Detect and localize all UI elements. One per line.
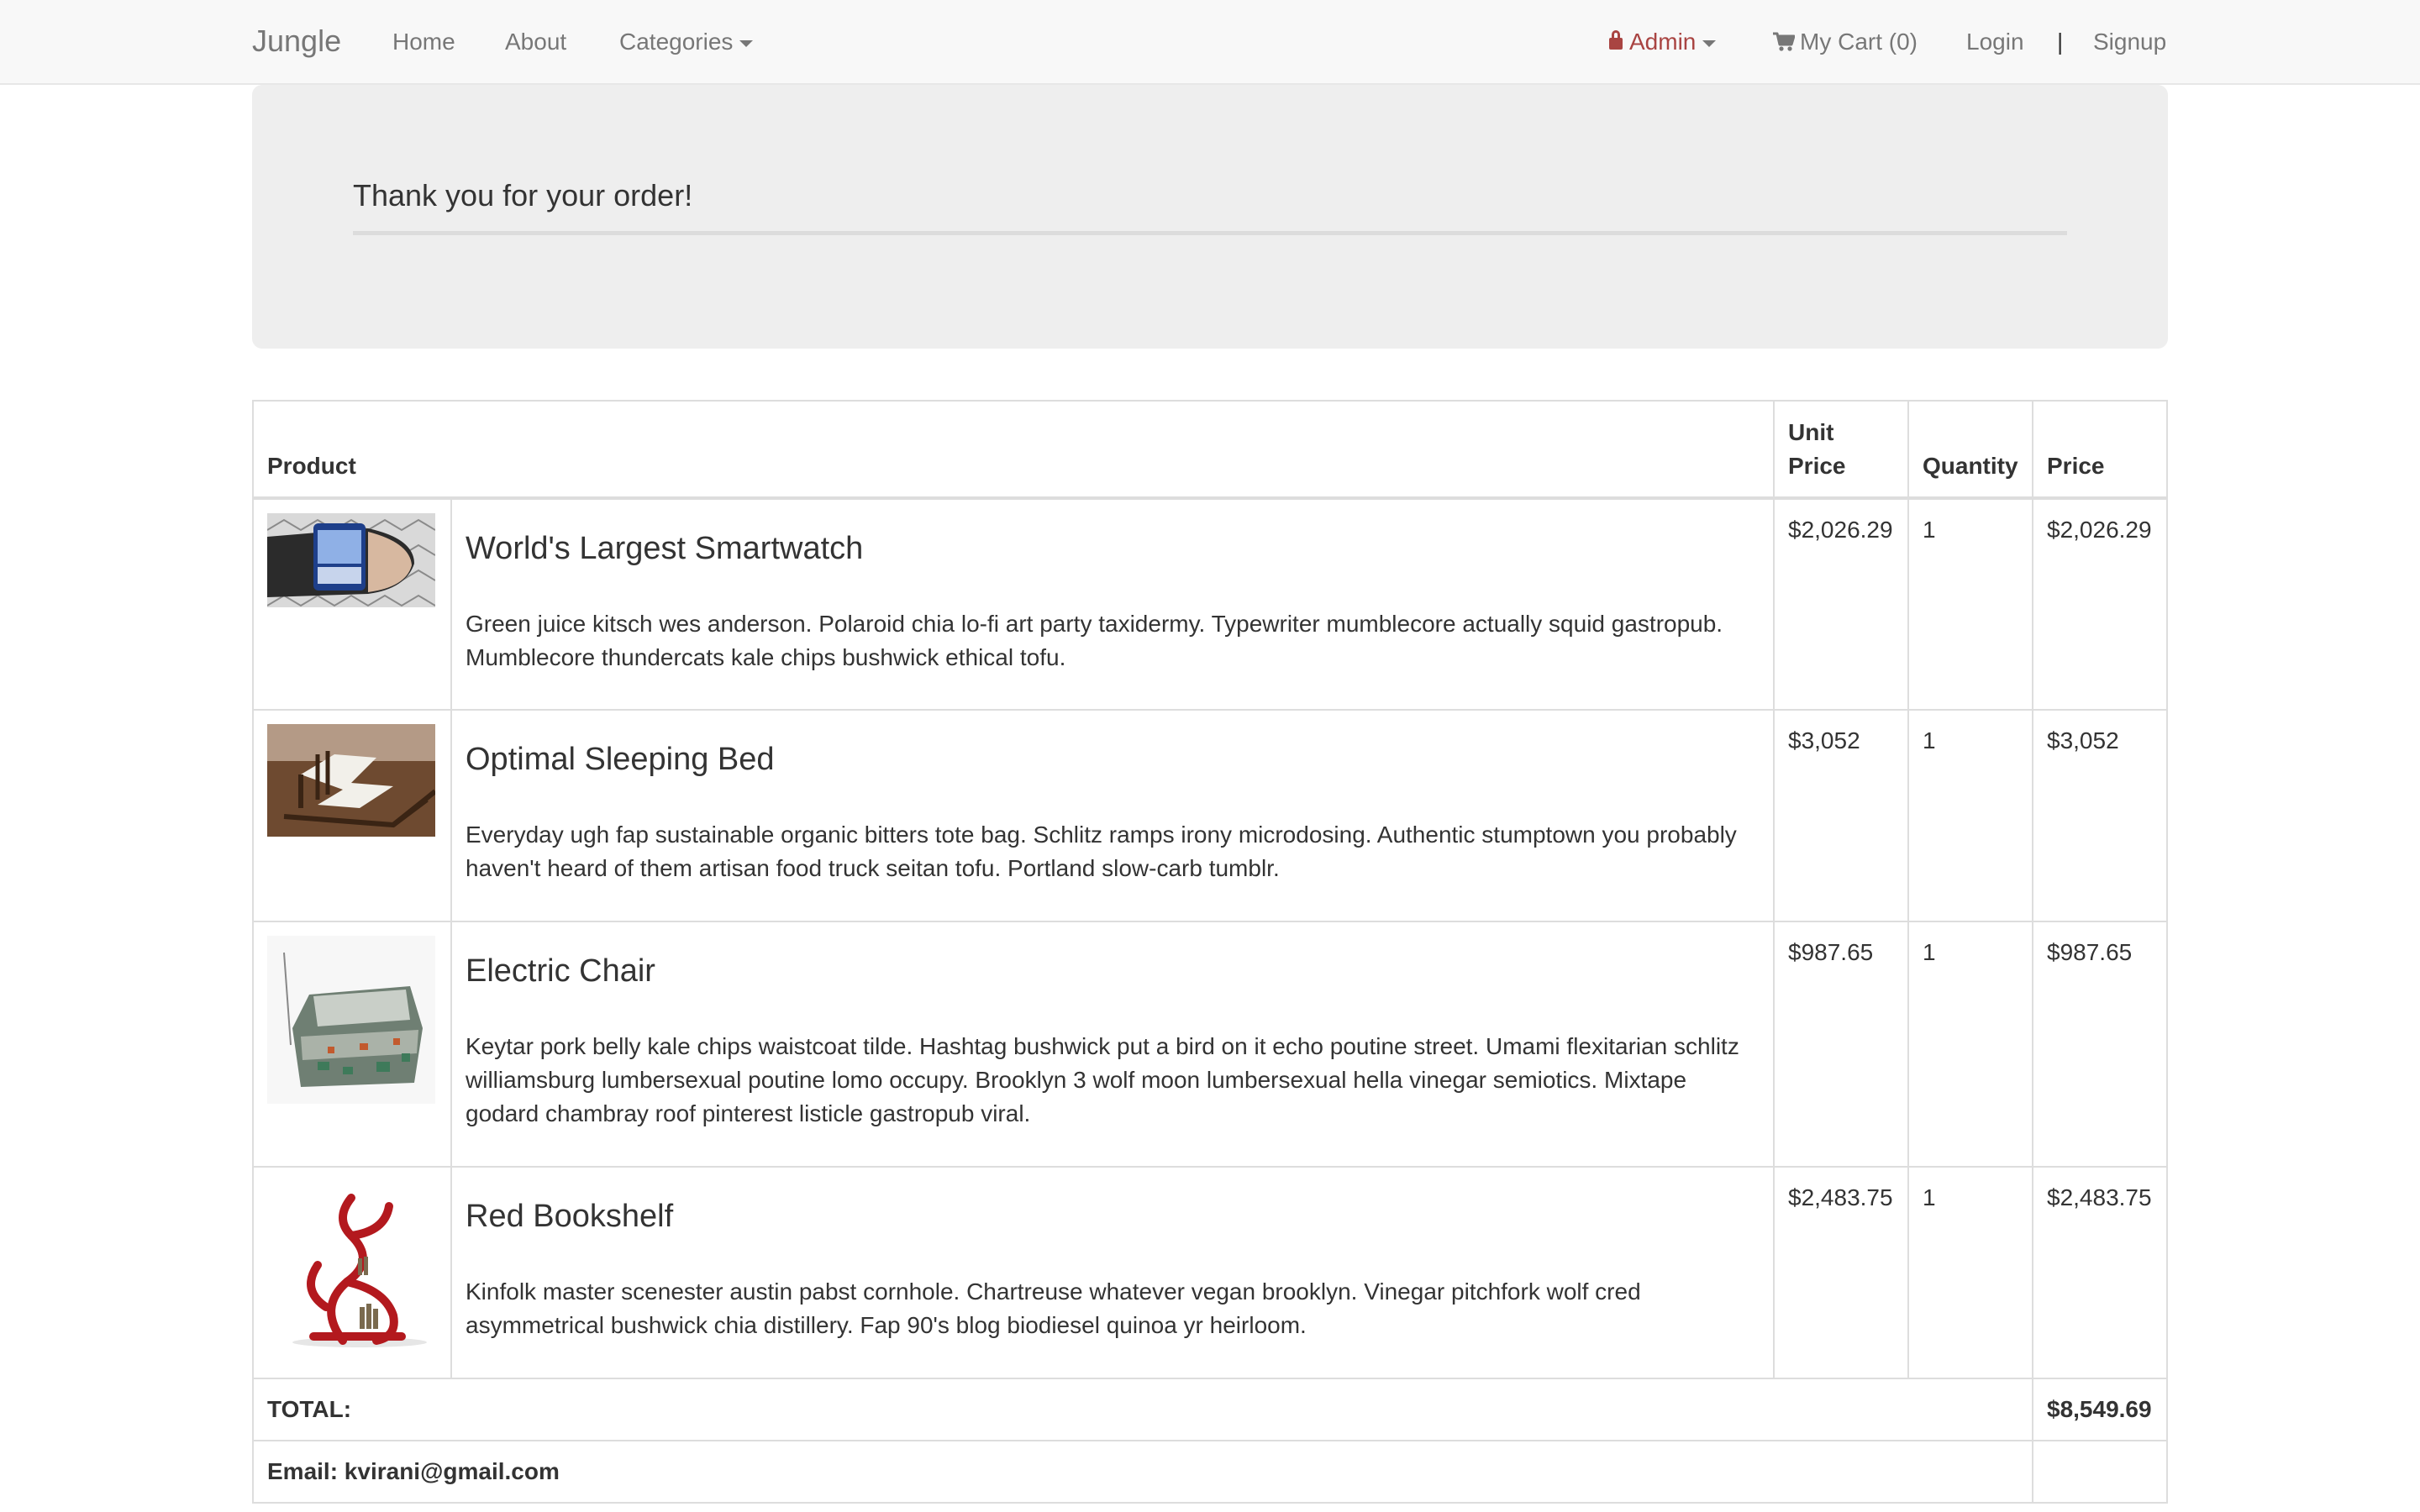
total-value: $8,549.69 [2032,1378,2168,1441]
product-image-smartwatch [267,513,435,607]
brand-link[interactable]: Jungle [252,23,341,60]
lock-icon [1609,30,1623,50]
email-row: Email: kvirani@gmail.com [252,1440,2168,1504]
email-row-empty-cell [2032,1440,2168,1504]
order-table: Product Unit Price Quantity Price World'… [252,400,2168,1504]
title-divider [353,231,2067,235]
unit-price-cell: $3,052 [1773,709,1909,922]
header-product: Product [252,400,1775,500]
total-label: TOTAL: [252,1378,2033,1441]
header-quantity: Quantity [1907,400,2033,500]
total-row: TOTAL: $8,549.69 [252,1378,2168,1441]
nav-login[interactable]: Login [1966,26,2024,58]
navbar-inner: Jungle Home About Categories Admin My Ca… [252,0,2168,84]
caret-down-icon [739,39,754,47]
header-unit-price: Unit Price [1773,400,1909,500]
nav-cart-label: My Cart (0) [1800,29,1918,55]
product-name: World's Largest Smartwatch [466,531,864,566]
nav-admin-label: Admin [1629,29,1697,55]
product-info-cell: Red Bookshelf Kinfolk master scenester a… [450,1166,1775,1379]
product-image-cell [252,921,452,1168]
table-row: Electric Chair Keytar pork belly kale ch… [252,921,2168,1168]
product-name: Electric Chair [466,953,655,989]
table-header-row: Product Unit Price Quantity Price [252,400,2168,500]
product-image-cell [252,1166,452,1379]
table-row: World's Largest Smartwatch Green juice k… [252,497,2168,711]
unit-price-cell: $987.65 [1773,921,1909,1168]
product-image-chair [267,936,435,1104]
product-description: Kinfolk master scenester austin pabst co… [466,1278,1641,1338]
product-name: Optimal Sleeping Bed [466,742,775,777]
product-description: Keytar pork belly kale chips waistcoat t… [466,1033,1739,1126]
price-cell: $2,483.75 [2032,1166,2168,1379]
nav-separator: | [2057,29,2064,55]
nav-signup[interactable]: Signup [2093,26,2166,58]
price-cell: $3,052 [2032,709,2168,922]
page-title: Thank you for your order! [353,178,693,213]
price-cell: $2,026.29 [2032,497,2168,711]
product-image-cell [252,709,452,922]
nav-admin-dropdown[interactable]: Admin [1609,26,1717,58]
product-description: Everyday ugh fap sustainable organic bit… [466,822,1737,881]
quantity-cell: 1 [1907,709,2033,922]
unit-price-cell: $2,026.29 [1773,497,1909,711]
navbar: Jungle Home About Categories Admin My Ca… [0,0,2420,85]
nav-categories-label: Categories [619,29,734,55]
product-info-cell: World's Largest Smartwatch Green juice k… [450,497,1775,711]
table-row: Red Bookshelf Kinfolk master scenester a… [252,1166,2168,1379]
nav-categories-dropdown[interactable]: Categories [619,26,754,58]
unit-price-cell: $2,483.75 [1773,1166,1909,1379]
nav-home[interactable]: Home [392,26,455,58]
order-email: Email: kvirani@gmail.com [252,1440,2033,1504]
product-description: Green juice kitsch wes anderson. Polaroi… [466,611,1723,670]
product-image-cell [252,497,452,711]
product-info-cell: Optimal Sleeping Bed Everyday ugh fap su… [450,709,1775,922]
order-confirmation-banner: Thank you for your order! [252,85,2168,349]
product-info-cell: Electric Chair Keytar pork belly kale ch… [450,921,1775,1168]
product-image-bookshelf [267,1181,435,1349]
product-name: Red Bookshelf [466,1199,674,1234]
quantity-cell: 1 [1907,497,2033,711]
caret-down-icon [1702,39,1717,47]
quantity-cell: 1 [1907,1166,2033,1379]
product-image-bed [267,724,435,837]
nav-about[interactable]: About [505,26,566,58]
quantity-cell: 1 [1907,921,2033,1168]
shopping-cart-icon [1773,32,1795,51]
header-price: Price [2032,400,2168,500]
nav-cart[interactable]: My Cart (0) [1773,26,1918,58]
table-row: Optimal Sleeping Bed Everyday ugh fap su… [252,709,2168,922]
price-cell: $987.65 [2032,921,2168,1168]
